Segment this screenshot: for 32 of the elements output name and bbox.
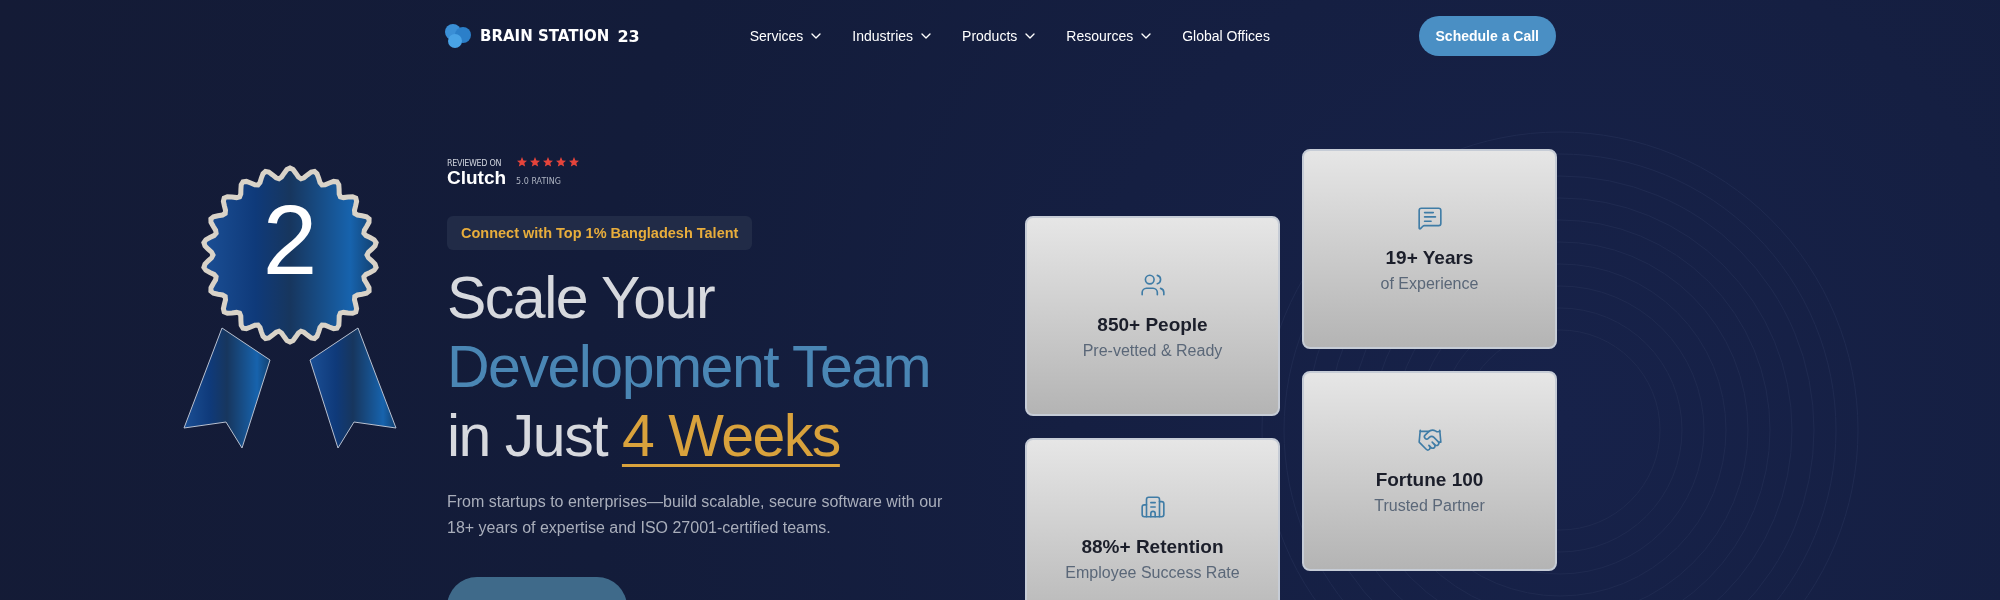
logo-text: BRAIN STATION	[480, 27, 610, 45]
nav-link[interactable]: Products	[962, 28, 1039, 44]
handshake-icon	[1416, 427, 1443, 453]
nav-link[interactable]: Industries	[852, 28, 935, 44]
star-icon	[568, 156, 581, 168]
stat-title: Fortune 100	[1375, 469, 1484, 491]
star-icon	[529, 156, 542, 168]
star-icon	[516, 156, 529, 168]
stat-subtitle: Pre-vetted & Ready	[1082, 342, 1223, 360]
hero-headline: Scale Your Development Team in Just 4 Weeks	[447, 264, 932, 471]
nav-link[interactable]: Services	[749, 28, 825, 44]
stat-subtitle: Employee Success Rate	[1065, 564, 1240, 582]
stat-subtitle: Trusted Partner	[1374, 497, 1485, 515]
stat-title: 88%+ Retention	[1081, 536, 1224, 558]
star-icon	[555, 156, 568, 168]
logo-icon	[444, 23, 472, 49]
tagline-badge: Connect with Top 1% Bangladesh Talent	[447, 216, 753, 250]
nav-link[interactable]: Resources	[1066, 28, 1155, 44]
logo-number: 23	[617, 26, 640, 46]
nav-link[interactable]: Global Offices	[1182, 28, 1270, 44]
stat-title: 850+ People	[1097, 314, 1208, 336]
hero-description: From startups to enterprises—build scalable, secure software with our 18+ years of expertise and ISO 27001-certified teams.	[447, 492, 944, 538]
clutch-logo-text: Clutch	[447, 168, 507, 188]
badge-number: 2	[261, 184, 319, 297]
reviewed-on-label: REVIEWED ON	[447, 159, 503, 168]
chat-icon	[1416, 205, 1443, 231]
people-icon	[1139, 272, 1166, 298]
stat-subtitle: of Experience	[1380, 275, 1479, 293]
building-icon	[1139, 494, 1166, 520]
rating-label: 5.0 RATING	[516, 177, 562, 188]
stat-title: 19+ Years	[1385, 247, 1474, 269]
star-icon	[542, 156, 555, 168]
